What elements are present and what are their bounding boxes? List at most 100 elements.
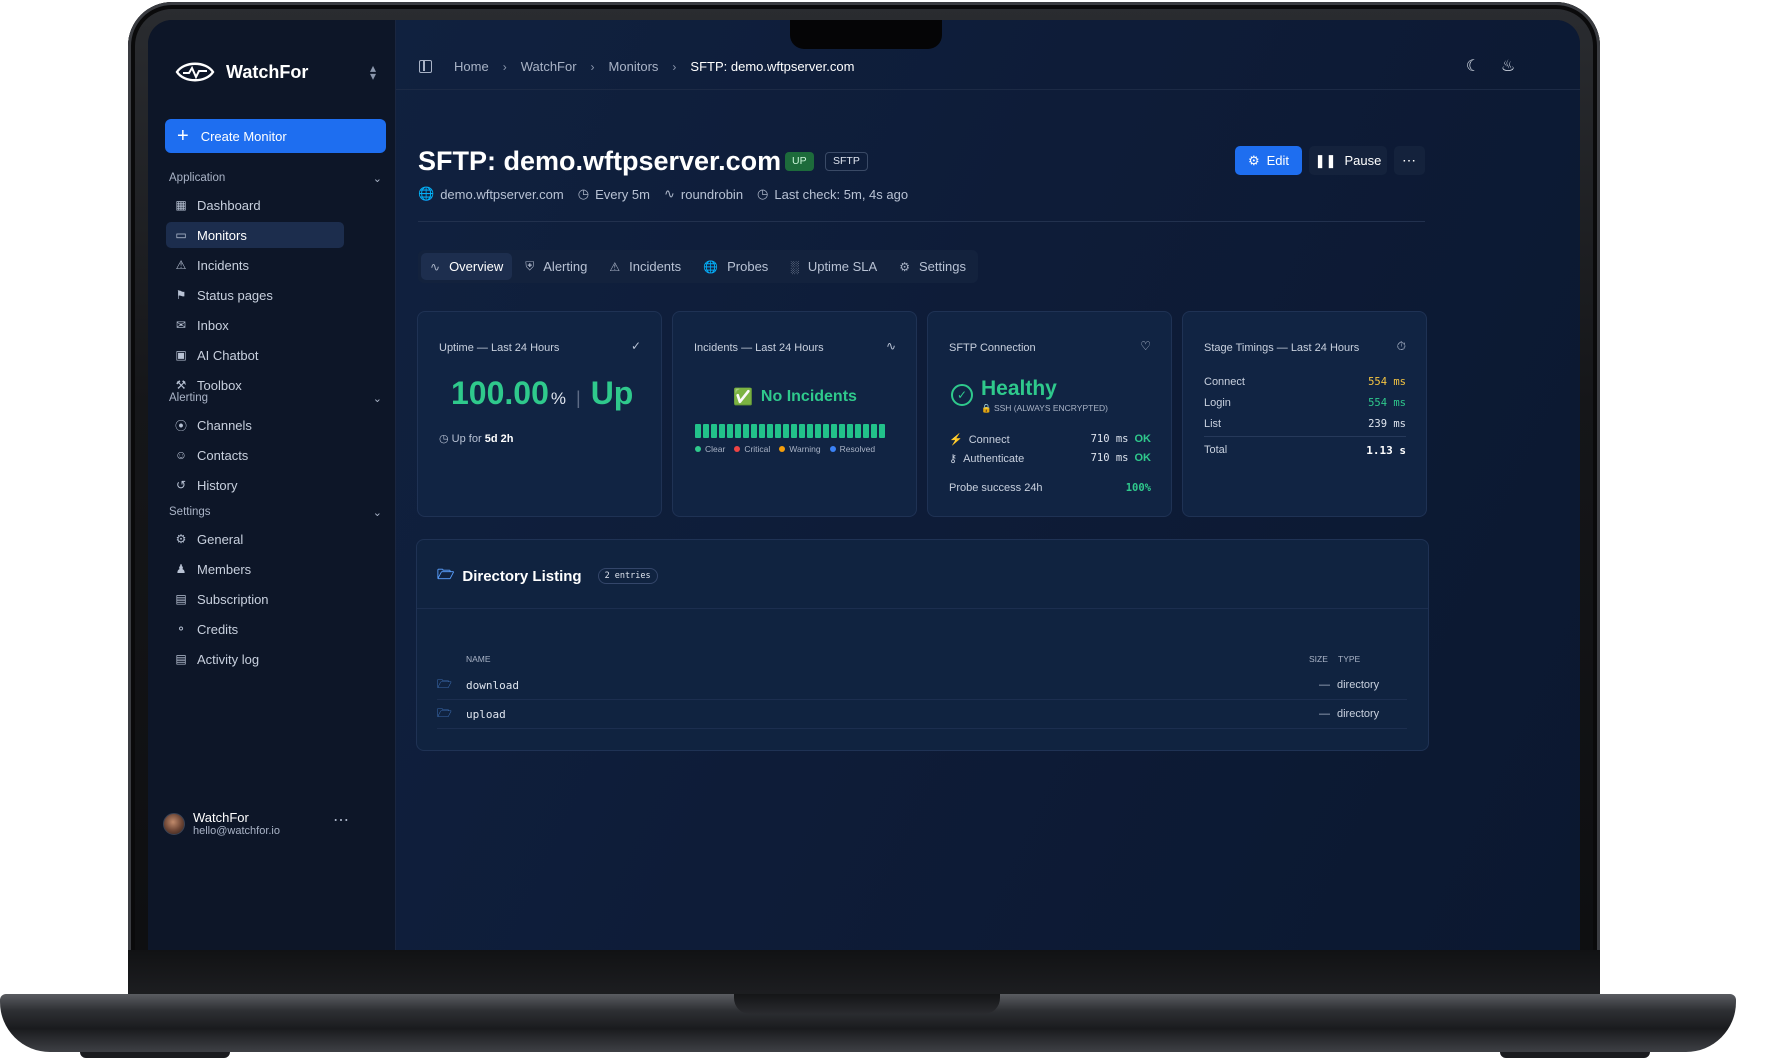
sidebar-item-subscription[interactable]: ▤ Subscription <box>166 586 382 612</box>
sidebar-item-label: Channels <box>197 417 252 433</box>
row-value: 710 ms <box>1090 433 1129 445</box>
tab-label: Probes <box>727 259 769 274</box>
probe-success-row: Probe success 24h 100% <box>949 482 1151 494</box>
create-monitor-label: Create Monitor <box>200 128 287 144</box>
meta-strategy: roundrobin <box>680 186 744 202</box>
meta-interval: Every 5m <box>595 186 650 202</box>
tab-settings[interactable]: ⚙ Settings <box>890 253 975 280</box>
more-button[interactable]: ⋯ <box>1394 146 1425 175</box>
sidebar-item-label: Monitors <box>197 227 247 243</box>
incident-timeline-bar <box>831 424 837 438</box>
laptop-frame: WatchFor ▴ ▾ + Create Monitor Application… <box>0 0 1777 1063</box>
sidebar-item-label: AI Chatbot <box>197 347 259 363</box>
sidebar-item-general[interactable]: ⚙ General <box>166 526 382 552</box>
sidebar-item-members[interactable]: ♟ Members <box>166 556 382 582</box>
header-divider <box>418 221 1425 222</box>
sidebar-item-history[interactable]: ↺ History <box>166 472 382 498</box>
sidebar-item-label: Credits <box>197 621 239 637</box>
create-monitor-button[interactable]: + Create Monitor <box>165 119 386 153</box>
tab-overview[interactable]: ∿ Overview <box>421 253 513 280</box>
uptime-percent: 100.00 <box>451 375 549 411</box>
incident-timeline-bar <box>711 424 717 438</box>
row-label: Connect <box>1204 376 1245 388</box>
sidebar-item-dashboard[interactable]: ▦ Dashboard <box>166 192 382 218</box>
legend-label: Critical <box>744 444 771 454</box>
sidebar-item-activity-log[interactable]: ▤ Activity log <box>166 646 382 672</box>
incident-timeline-bar <box>855 424 861 438</box>
breadcrumb-current: SFTP: demo.wftpserver.com <box>690 59 855 74</box>
gear-icon: ⚙ <box>1247 152 1260 168</box>
sftp-connection-card: SFTP Connection ♡ ✓ Healthy 🔒 SSH (ALWAY… <box>927 311 1172 517</box>
clock-icon: ◷ <box>439 433 449 445</box>
incident-timeline-bar <box>719 424 725 438</box>
legend-label: Clear <box>705 444 726 454</box>
tab-alerting[interactable]: ⛨ Alerting <box>516 253 596 280</box>
credit-card-icon: ▤ <box>175 592 187 606</box>
eye-logo-icon <box>175 62 215 82</box>
folder-icon: 🗁 <box>437 566 455 582</box>
tab-probes[interactable]: 🌐 Probes <box>694 253 777 280</box>
nav-section-header[interactable]: Alerting ⌄ <box>166 388 382 408</box>
pause-button[interactable]: ❚❚ Pause <box>1309 146 1387 175</box>
uptime-status: Up <box>590 375 634 411</box>
clock-icon: ◷ <box>577 186 590 201</box>
gear-icon: ⚙ <box>175 532 187 546</box>
topbar: Home › WatchFor › Monitors › SFTP: demo.… <box>396 20 1580 90</box>
pause-icon: ❚❚ <box>1314 152 1337 168</box>
workspace-switch-icon[interactable]: ▴ ▾ <box>370 62 376 82</box>
activity-icon: ∿ <box>663 186 675 201</box>
row-value: 554 ms <box>1368 397 1406 409</box>
table-row[interactable]: 🗁 download — directory <box>437 671 1407 700</box>
tab-bar: ∿ Overview ⛨ Alerting ⚠ Incidents 🌐 Probes ░… <box>418 250 978 283</box>
incident-timeline-bar <box>847 424 853 438</box>
sidebar-item-label: Dashboard <box>197 197 261 213</box>
user-email: hello@watchfor.io <box>193 825 280 837</box>
edit-button[interactable]: ⚙ Edit <box>1235 146 1302 175</box>
sidebar-item-monitors[interactable]: ▭ Monitors <box>166 222 344 248</box>
legend-critical: Critical <box>734 444 770 454</box>
breadcrumb-home[interactable]: Home <box>454 59 489 74</box>
nav-section-header[interactable]: Settings ⌄ <box>166 502 382 522</box>
stage-timings-card: Stage Timings — Last 24 Hours ⏱ Connect 5… <box>1182 311 1427 517</box>
sidebar-item-label: Activity log <box>197 651 260 667</box>
user-name: WatchFor <box>193 810 249 825</box>
bell-icon[interactable]: ♨ <box>1498 56 1518 76</box>
incidents-status: No Incidents <box>760 388 857 405</box>
sidebar-item-incidents[interactable]: ⚠ Incidents <box>166 252 382 278</box>
tab-incidents[interactable]: ⚠ Incidents <box>600 253 690 280</box>
folder-icon: 🗁 <box>437 676 452 691</box>
table-row[interactable]: 🗁 upload — directory <box>437 700 1407 729</box>
incident-timeline-bar <box>823 424 829 438</box>
sidebar-item-label: History <box>197 477 238 493</box>
tab-uptime-sla[interactable]: ░ Uptime SLA <box>781 253 886 280</box>
sidebar-toggle-icon[interactable] <box>419 60 432 73</box>
brand[interactable]: WatchFor <box>174 58 308 86</box>
meta-last-check: Last check: 5m, 4s ago <box>774 186 909 202</box>
bot-icon: ▣ <box>175 348 187 362</box>
sidebar-item-inbox[interactable]: ✉ Inbox <box>166 312 382 338</box>
row-state: OK <box>1134 433 1152 445</box>
status-badge: UP <box>785 152 814 171</box>
sidebar-item-credits[interactable]: ⚬ Credits <box>166 616 382 642</box>
timing-divider <box>1204 436 1406 437</box>
globe-icon: 🌐 <box>703 259 719 274</box>
sidebar-item-channels[interactable]: ⦿ Channels <box>166 412 382 438</box>
more-horizontal-icon[interactable]: ⋯ <box>333 810 350 830</box>
incident-timeline-bar <box>703 424 709 438</box>
chevron-right-icon: › <box>590 59 595 74</box>
sidebar-item-status-pages[interactable]: ⚑ Status pages <box>166 282 382 308</box>
folder-icon: 🗁 <box>437 705 452 720</box>
row-value: 239 ms <box>1368 418 1406 430</box>
sidebar-item-contacts[interactable]: ☺ Contacts <box>166 442 382 468</box>
monitor-meta: 🌐 demo.wftpserver.com ◷ Every 5m ∿ roundrob… <box>418 186 908 202</box>
breadcrumb-monitors[interactable]: Monitors <box>609 59 659 74</box>
user-menu[interactable]: WatchFor hello@watchfor.io ⋯ <box>163 810 363 837</box>
sidebar-item-ai-chatbot[interactable]: ▣ AI Chatbot <box>166 342 382 368</box>
nav-section-header[interactable]: Application ⌄ <box>166 168 382 188</box>
lock-icon: 🔒 <box>981 403 992 413</box>
moon-icon[interactable]: ☾ <box>1463 56 1483 76</box>
row-label: Authenticate <box>963 452 1025 465</box>
breadcrumb-watchfor[interactable]: WatchFor <box>521 59 577 74</box>
brand-name: WatchFor <box>226 61 309 82</box>
incident-timeline-bar <box>879 424 885 438</box>
